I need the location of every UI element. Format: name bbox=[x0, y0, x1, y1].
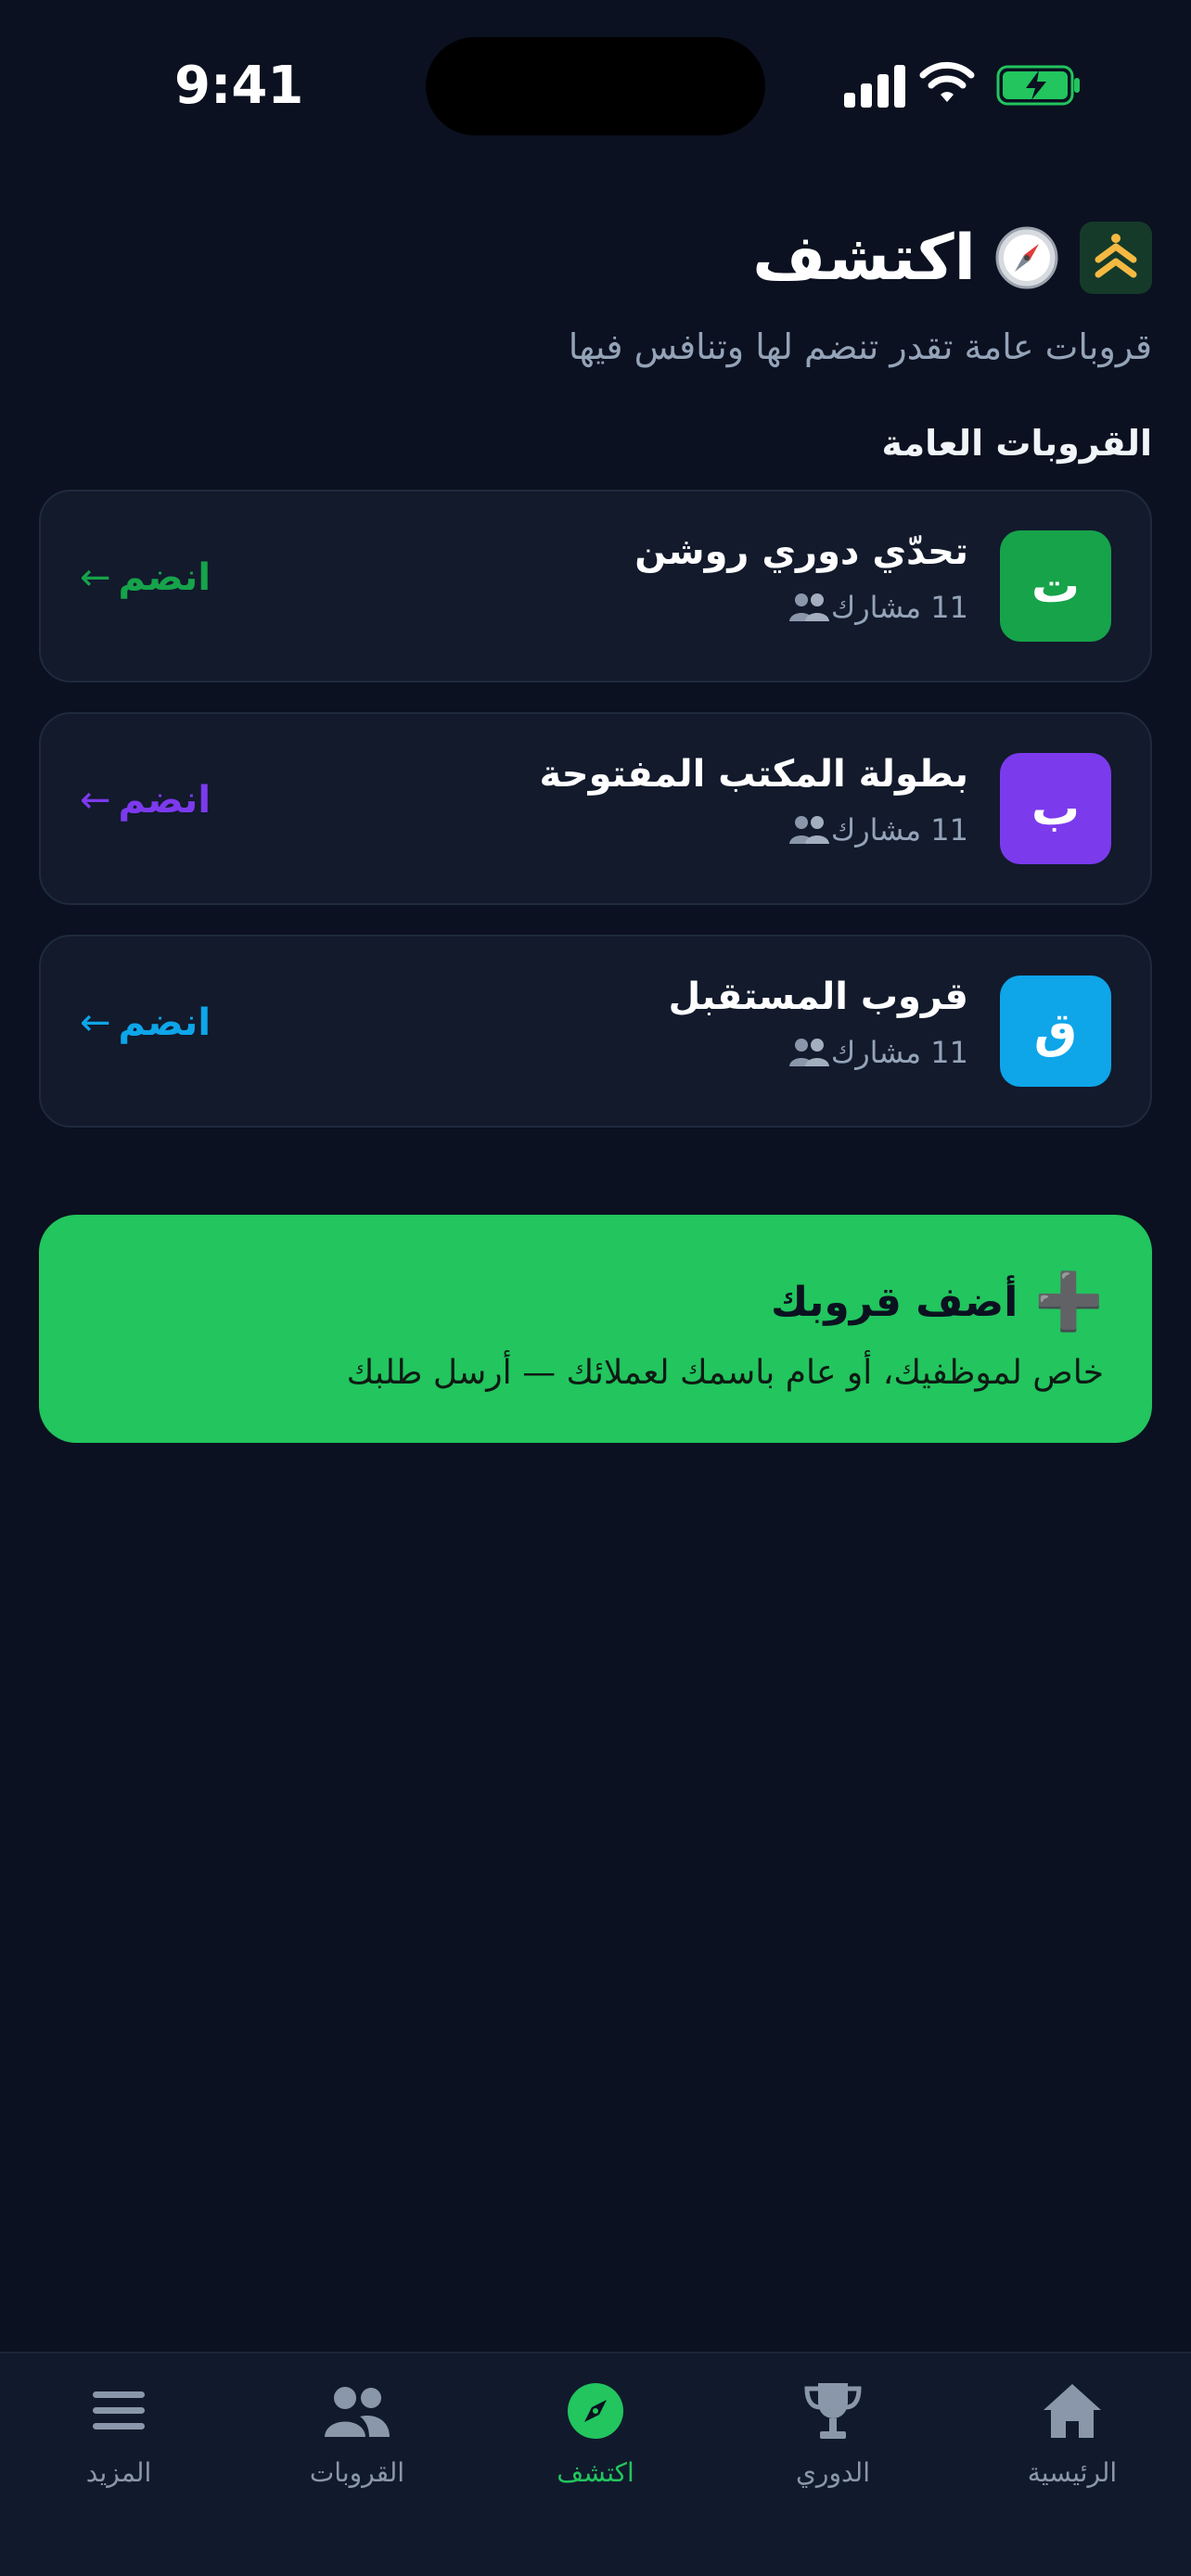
dynamic-island bbox=[426, 37, 765, 135]
users-icon bbox=[788, 816, 829, 844]
nav-item-home[interactable]: الرئيسية bbox=[970, 2374, 1174, 2504]
plus-icon: ➕ bbox=[1034, 1269, 1104, 1334]
group-card[interactable]: ت تحدّي دوري روشن 11 مشارك انضم ← bbox=[39, 490, 1152, 682]
section-title: القروبات العامة bbox=[881, 423, 1152, 464]
join-label: انضم bbox=[118, 1001, 211, 1044]
group-name: قروب المستقبل bbox=[668, 976, 968, 1018]
join-button[interactable]: انضم ← bbox=[80, 779, 211, 822]
nav-label: اكتشف bbox=[557, 2457, 634, 2488]
cta-title: أضف قروبك bbox=[770, 1278, 1018, 1326]
page-header: اكتشف bbox=[752, 213, 1152, 302]
nav-item-groups[interactable]: القروبات bbox=[255, 2374, 459, 2504]
participants-count: 11 مشارك bbox=[830, 1035, 968, 1070]
group-avatar: ب bbox=[1000, 753, 1111, 864]
join-label: انضم bbox=[118, 556, 211, 599]
nav-label: الرئيسية bbox=[1027, 2457, 1118, 2488]
group-avatar: ق bbox=[1000, 976, 1111, 1087]
group-participants: 11 مشارك bbox=[779, 812, 968, 848]
group-participants: 11 مشارك bbox=[779, 1035, 968, 1070]
menu-icon bbox=[82, 2374, 156, 2448]
arrow-left-icon: ← bbox=[80, 1001, 111, 1044]
chevrons-up-icon bbox=[1095, 234, 1137, 278]
users-icon bbox=[788, 1039, 829, 1066]
arrow-left-icon: ← bbox=[80, 779, 111, 822]
compass-icon bbox=[995, 226, 1058, 289]
page-subtitle: قروبات عامة تقدر تنضم لها وتنافس فيها bbox=[568, 326, 1152, 367]
trophy-icon bbox=[796, 2374, 870, 2448]
group-name: بطولة المكتب المفتوحة bbox=[539, 753, 969, 796]
cta-description: خاص لموظفيك، أو عام باسمك لعملائك — أرسل… bbox=[346, 1354, 1104, 1392]
cellular-signal-icon bbox=[844, 65, 905, 108]
group-card[interactable]: ب بطولة المكتب المفتوحة 11 مشارك انضم ← bbox=[39, 712, 1152, 905]
group-participants: 11 مشارك bbox=[779, 590, 968, 625]
nav-item-more[interactable]: المزيد bbox=[17, 2374, 221, 2504]
users-icon bbox=[320, 2374, 394, 2448]
cta-title-row: ➕ أضف قروبك bbox=[771, 1274, 1104, 1330]
group-card[interactable]: ق قروب المستقبل 11 مشارك انضم ← bbox=[39, 935, 1152, 1128]
nav-label: المزيد bbox=[85, 2457, 152, 2488]
battery-charging-icon bbox=[996, 65, 1080, 106]
compass-icon bbox=[558, 2374, 633, 2448]
nav-item-league[interactable]: الدوري bbox=[731, 2374, 935, 2504]
status-time: 9:41 bbox=[174, 56, 304, 116]
participants-count: 11 مشارك bbox=[830, 590, 968, 625]
group-name: تحدّي دوري روشن bbox=[634, 530, 968, 573]
join-label: انضم bbox=[118, 779, 211, 822]
group-avatar: ت bbox=[1000, 530, 1111, 642]
nav-label: القروبات bbox=[309, 2457, 405, 2488]
add-group-button[interactable]: ➕ أضف قروبك خاص لموظفيك، أو عام باسمك لع… bbox=[39, 1215, 1152, 1443]
nav-item-discover[interactable]: اكتشف bbox=[493, 2374, 698, 2504]
join-button[interactable]: انضم ← bbox=[80, 556, 211, 599]
users-icon bbox=[788, 593, 829, 621]
arrow-left-icon: ← bbox=[80, 556, 111, 599]
home-icon bbox=[1035, 2374, 1109, 2448]
participants-count: 11 مشارك bbox=[830, 812, 968, 848]
status-bar: 9:41 bbox=[0, 0, 1191, 167]
app-logo bbox=[1080, 222, 1152, 294]
bottom-navigation: الرئيسية الدوري اكتشف القروبات المزيد bbox=[0, 2352, 1191, 2576]
join-button[interactable]: انضم ← bbox=[80, 1001, 211, 1044]
nav-label: الدوري bbox=[796, 2457, 870, 2488]
page-title: اكتشف bbox=[752, 221, 976, 295]
wifi-icon bbox=[919, 61, 975, 102]
